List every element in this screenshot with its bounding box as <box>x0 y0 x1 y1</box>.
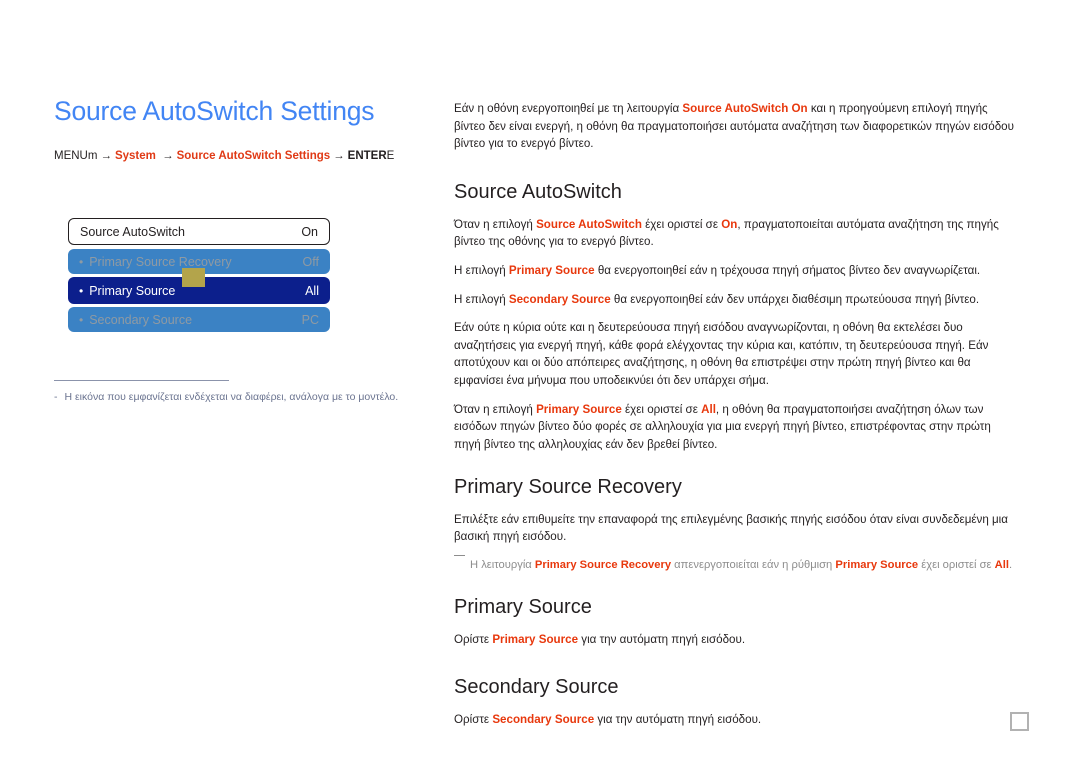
left-footnote: - Η εικόνα που εμφανίζεται ενδέχεται να … <box>54 391 424 405</box>
secondary-source-paragraph: Ορίστε Secondary Source για την αυτόματη… <box>454 711 1020 729</box>
osd-item-label: Primary Source <box>89 283 176 298</box>
section-primary-source: Primary Source Ορίστε Primary Source για… <box>454 596 1020 649</box>
p-text: Η επιλογή <box>454 292 509 306</box>
p-text: Ορίστε <box>454 713 493 727</box>
section-heading-source-autoswitch: Source AutoSwitch <box>454 180 622 203</box>
left-footnote-block: - Η εικόνα που εμφανίζεται ενδέχεται να … <box>54 380 424 405</box>
section-heading-primary-source: Primary Source <box>454 595 592 618</box>
intro-paragraph: Εάν η οθόνη ενεργοποιηθεί με τη λειτουργ… <box>454 100 1020 153</box>
p-text: θα ενεργοποιηθεί εάν η τρέχουσα πηγή σήμ… <box>594 264 981 278</box>
osd-label-group: Source AutoSwitch <box>80 225 185 239</box>
breadcrumb: MENUm → System → Source AutoSwitch Settings… <box>54 150 424 164</box>
bullet-icon: • <box>79 254 84 269</box>
bullet-icon: • <box>79 312 84 327</box>
left-column: Source AutoSwitch Settings MENUm → System … <box>54 96 424 164</box>
osd-item-value: All <box>305 283 319 298</box>
note-text: Η λειτουργία <box>470 558 535 571</box>
footnote-text: Η εικόνα που εμφανίζεται ενδέχεται να δι… <box>64 391 399 403</box>
osd-row-secondary-source[interactable]: • Secondary Source PC <box>68 307 330 332</box>
autoswitch-paragraph-4: Εάν ούτε η κύρια ούτε και η δευτερεύουσα… <box>454 321 989 388</box>
primary-source-paragraph: Ορίστε Primary Source για την αυτόματη π… <box>454 631 1020 649</box>
osd-menu-illustration: Source AutoSwitch On • Primary Source Re… <box>68 218 330 335</box>
section-source-autoswitch: Source AutoSwitch Όταν η επιλογή Source … <box>454 181 1020 454</box>
p-text: για την αυτόματη πηγή εισόδου. <box>578 632 746 646</box>
breadcrumb-arrow-3-icon: → <box>333 150 345 163</box>
breadcrumb-step-source-autoswitch-settings: Source AutoSwitch Settings <box>176 150 331 163</box>
recovery-paragraph-1: Επιλέξτε εάν επιθυμείτε την επαναφορά τη… <box>454 512 1008 544</box>
footnote-dash-icon: - <box>54 391 58 403</box>
note-highlight: All <box>994 558 1009 571</box>
breadcrumb-enter-label: ENTER <box>347 150 387 163</box>
p-highlight: Primary Source <box>536 402 622 416</box>
note-text: . <box>1008 558 1013 571</box>
osd-item-value: On <box>301 224 318 239</box>
section-primary-source-recovery: Primary Source Recovery Επιλέξτε εάν επι… <box>454 476 1020 574</box>
osd-label-group: • Primary Source Recovery <box>79 255 232 269</box>
p-highlight: All <box>701 402 716 416</box>
right-column: Εάν η οθόνη ενεργοποιηθεί με τη λειτουργ… <box>454 100 1020 751</box>
recovery-note: Η λειτουργία Primary Source Recovery απε… <box>454 554 1020 574</box>
osd-row-source-autoswitch[interactable]: Source AutoSwitch On <box>68 218 330 245</box>
breadcrumb-arrow-2-icon: → <box>162 150 174 163</box>
p-highlight: Secondary Source <box>508 292 611 306</box>
osd-label-group: • Primary Source <box>79 284 175 298</box>
note-dash-icon <box>454 554 465 557</box>
osd-label-group: • Secondary Source <box>79 313 192 327</box>
p-text: έχει οριστεί σε <box>641 217 722 231</box>
autoswitch-paragraph-3: Η επιλογή Secondary Source θα ενεργοποιη… <box>454 291 1020 309</box>
breadcrumb-step-system: System <box>114 150 156 163</box>
osd-row-primary-source[interactable]: • Primary Source All <box>68 268 330 304</box>
autoswitch-paragraph-2: Η επιλογή Primary Source θα ενεργοποιηθε… <box>454 262 1020 280</box>
p-text: έχει οριστεί σε <box>621 402 702 416</box>
note-text: απενεργοποιείται εάν η ρύθμιση <box>671 558 836 571</box>
p-highlight: Source AutoSwitch <box>536 217 642 231</box>
p-highlight: Primary Source <box>508 264 595 278</box>
note-highlight: Primary Source Recovery <box>534 558 672 571</box>
intro-highlight: Source AutoSwitch On <box>682 102 808 115</box>
note-highlight: Primary Source <box>835 558 919 571</box>
note-text: έχει οριστεί σε <box>918 558 995 571</box>
osd-item-label: Primary Source Recovery <box>89 254 232 269</box>
breadcrumb-enter-suffix: E <box>386 150 395 163</box>
p-text: για την αυτόματη πηγή εισόδου. <box>594 713 762 727</box>
autoswitch-paragraph-1: Όταν η επιλογή Source AutoSwitch έχει ορ… <box>454 216 1020 251</box>
autoswitch-paragraph-5: Όταν η επιλογή Primary Source έχει οριστ… <box>454 401 1020 454</box>
p-text: Όταν η επιλογή <box>454 402 537 416</box>
page-title: Source AutoSwitch Settings <box>54 96 375 126</box>
p-text: Όταν η επιλογή <box>454 217 537 231</box>
osd-item-label: Source AutoSwitch <box>80 224 185 239</box>
p-highlight: Primary Source <box>492 632 579 646</box>
osd-cursor-icon <box>182 268 205 287</box>
p-highlight: On <box>721 217 738 231</box>
breadcrumb-menu-label: MENU <box>54 150 88 163</box>
section-secondary-source: Secondary Source Ορίστε Secondary Source… <box>454 676 1020 729</box>
bullet-icon: • <box>79 283 84 298</box>
osd-item-value: PC <box>301 312 319 327</box>
page-number-marker <box>1010 712 1029 731</box>
p-text: Ορίστε <box>454 632 493 646</box>
p-highlight: Secondary Source <box>492 713 595 727</box>
section-heading-secondary-source: Secondary Source <box>454 676 619 699</box>
osd-item-label: Secondary Source <box>89 312 193 327</box>
p-text: Η επιλογή <box>454 264 509 278</box>
osd-item-value: Off <box>302 254 319 269</box>
intro-text-a: Εάν η οθόνη ενεργοποιηθεί με τη λειτουργ… <box>454 102 683 115</box>
section-heading-primary-source-recovery: Primary Source Recovery <box>454 475 682 498</box>
footnote-divider <box>54 380 229 381</box>
p-text: θα ενεργοποιηθεί εάν δεν υπάρχει διαθέσι… <box>610 292 980 306</box>
breadcrumb-arrow-1-icon: → <box>100 150 112 163</box>
